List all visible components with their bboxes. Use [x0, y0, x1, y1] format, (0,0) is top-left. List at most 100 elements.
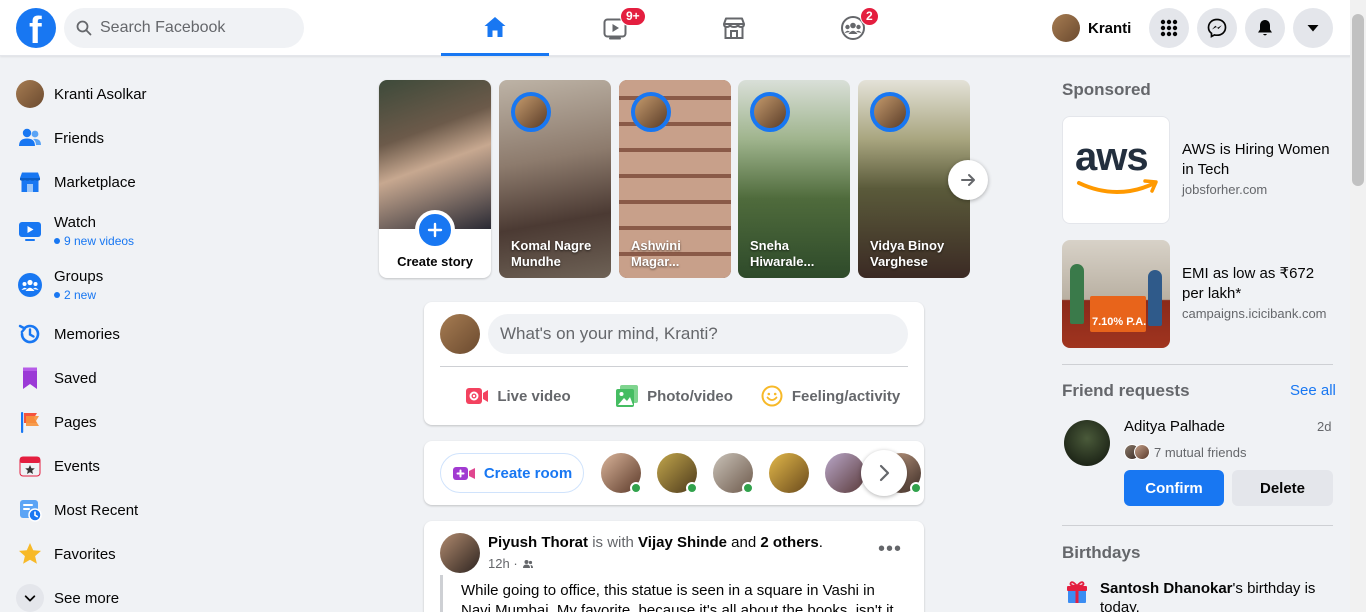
feeling-activity-button[interactable]: Feeling/activity — [752, 374, 908, 418]
menu-button[interactable] — [1149, 8, 1189, 48]
sidebar-item-label: Most Recent — [54, 501, 139, 519]
messenger-icon — [1207, 18, 1227, 38]
create-room-label: Create room — [483, 464, 573, 482]
sidebar-item-label: Events — [54, 457, 100, 475]
live-video-button[interactable]: Live video — [440, 374, 596, 418]
sidebar-item-label: Pages — [54, 413, 97, 431]
sidebar-item-events[interactable]: Events — [8, 444, 308, 488]
sponsored-heading: Sponsored — [1062, 80, 1151, 99]
sidebar-item-profile[interactable]: Kranti Asolkar — [8, 72, 308, 116]
sidebar-item-saved[interactable]: Saved — [8, 356, 308, 400]
icici-ad-image: 7.10% P.A. — [1062, 240, 1170, 348]
online-indicator — [686, 482, 698, 494]
online-friend-avatar[interactable] — [601, 453, 642, 494]
scrollbar-thumb[interactable] — [1352, 14, 1364, 186]
post-time[interactable]: 12h — [488, 556, 510, 571]
chevron-down-icon — [24, 595, 36, 602]
story-name: Sneha Hiwarale... — [750, 238, 815, 269]
tab-groups[interactable]: 2 — [799, 0, 907, 56]
whats-on-your-mind-input[interactable]: What's on your mind, Kranti? — [488, 314, 908, 354]
post-others[interactable]: 2 others — [760, 534, 818, 551]
account-button[interactable] — [1293, 8, 1333, 48]
friend-request-avatar[interactable] — [1064, 420, 1110, 466]
see-all-link[interactable]: See all — [1290, 382, 1336, 399]
home-icon — [484, 16, 506, 37]
avatar[interactable] — [440, 533, 480, 573]
chevron-right-icon — [879, 464, 890, 482]
search-box[interactable] — [64, 8, 304, 48]
divider — [1062, 525, 1333, 526]
mutual-friend-avatar — [1134, 444, 1150, 460]
rooms-next-button[interactable] — [861, 450, 907, 496]
sponsored-ad[interactable]: aws AWS is Hiring Women in Tech jobsforh… — [1062, 116, 1334, 224]
post-header: Piyush Thorat is with Vijay Shinde and 2… — [488, 534, 823, 551]
ad-title: EMI as low as ₹672 per lakh* — [1182, 265, 1315, 302]
sidebar-item-label: Marketplace — [54, 173, 136, 191]
birthday-name[interactable]: Santosh Dhanokar — [1100, 580, 1233, 597]
avatar — [1052, 14, 1080, 42]
left-sidebar: Kranti Asolkar Friends Marketplace Watch… — [8, 72, 308, 612]
post-with-text: is with — [592, 534, 634, 551]
online-friend-avatar[interactable] — [657, 453, 698, 494]
sponsored-ad[interactable]: 7.10% P.A. EMI as low as ₹672 per lakh* … — [1062, 240, 1334, 348]
friend-request-name[interactable]: Aditya Palhade — [1124, 418, 1225, 435]
sidebar-item-label: Friends — [54, 129, 105, 147]
tab-marketplace[interactable] — [680, 0, 788, 56]
photo-video-button[interactable]: Photo/video — [596, 374, 752, 418]
stories-next-button[interactable] — [948, 160, 988, 200]
post-options-button[interactable]: ••• — [872, 538, 908, 560]
sidebar-item-most-recent[interactable]: Most Recent — [8, 488, 308, 532]
story-avatar — [631, 92, 671, 132]
create-story-card[interactable]: Create story — [379, 80, 491, 278]
story-card[interactable]: Sneha Hiwarale... — [738, 80, 850, 278]
online-friend-avatar[interactable] — [825, 453, 865, 493]
confirm-button[interactable]: Confirm — [1124, 470, 1224, 506]
post-tagged-user[interactable]: Vijay Shinde — [638, 534, 727, 551]
sidebar-item-pages[interactable]: Pages — [8, 400, 308, 444]
sidebar-see-more[interactable]: See more — [8, 576, 308, 612]
post-meta: 12h · — [488, 556, 534, 571]
post-author[interactable]: Piyush Thorat — [488, 534, 588, 551]
page-scrollbar[interactable] — [1350, 0, 1366, 612]
delete-button[interactable]: Delete — [1232, 470, 1333, 506]
messenger-button[interactable] — [1197, 8, 1237, 48]
create-room-button[interactable]: Create room — [440, 453, 584, 493]
avatar — [16, 80, 44, 108]
tab-watch[interactable]: 9+ — [561, 0, 669, 56]
grid-menu-icon — [1160, 19, 1178, 37]
video-camera-plus-icon — [452, 467, 475, 480]
sidebar-item-friends[interactable]: Friends — [8, 116, 308, 160]
facebook-logo[interactable]: f — [16, 8, 56, 48]
search-input[interactable] — [100, 19, 280, 37]
sidebar-item-sublabel: 2 new — [64, 288, 97, 302]
tab-home[interactable] — [441, 0, 549, 56]
flag-icon — [21, 412, 39, 433]
feeling-icon — [761, 385, 783, 407]
sidebar-item-marketplace[interactable]: Marketplace — [8, 160, 308, 204]
gift-icon — [1066, 580, 1088, 609]
sidebar-item-label: Kranti Asolkar — [54, 85, 147, 103]
star-icon — [19, 543, 41, 564]
profile-chip[interactable]: Kranti — [1052, 12, 1131, 44]
rooms-bar: Create room — [424, 441, 924, 505]
sidebar-item-favorites[interactable]: Favorites — [8, 532, 308, 576]
story-card[interactable]: Komal Nagre Mundhe — [499, 80, 611, 278]
sidebar-item-label: See more — [54, 589, 120, 607]
online-friend-avatar[interactable] — [713, 453, 754, 494]
sidebar-item-groups[interactable]: Groups 2 new — [8, 258, 308, 312]
sidebar-item-label: Saved — [54, 369, 97, 387]
sidebar-item-label: Groups — [54, 268, 104, 285]
story-avatar — [511, 92, 551, 132]
online-friend-avatar[interactable] — [769, 453, 809, 493]
watch-badge: 9+ — [620, 7, 646, 26]
sidebar-item-memories[interactable]: Memories — [8, 312, 308, 356]
friend-requests-heading: Friend requests — [1062, 381, 1190, 400]
mutual-friends[interactable]: 7 mutual friends — [1124, 444, 1247, 460]
profile-photo — [379, 80, 491, 229]
online-indicator — [742, 482, 754, 494]
story-card[interactable]: Ashwini Magar... — [619, 80, 731, 278]
bookmark-icon — [23, 367, 37, 389]
friend-request-time: 2d — [1317, 419, 1332, 434]
sidebar-item-watch[interactable]: Watch 9 new videos — [8, 204, 308, 258]
notifications-button[interactable] — [1245, 8, 1285, 48]
